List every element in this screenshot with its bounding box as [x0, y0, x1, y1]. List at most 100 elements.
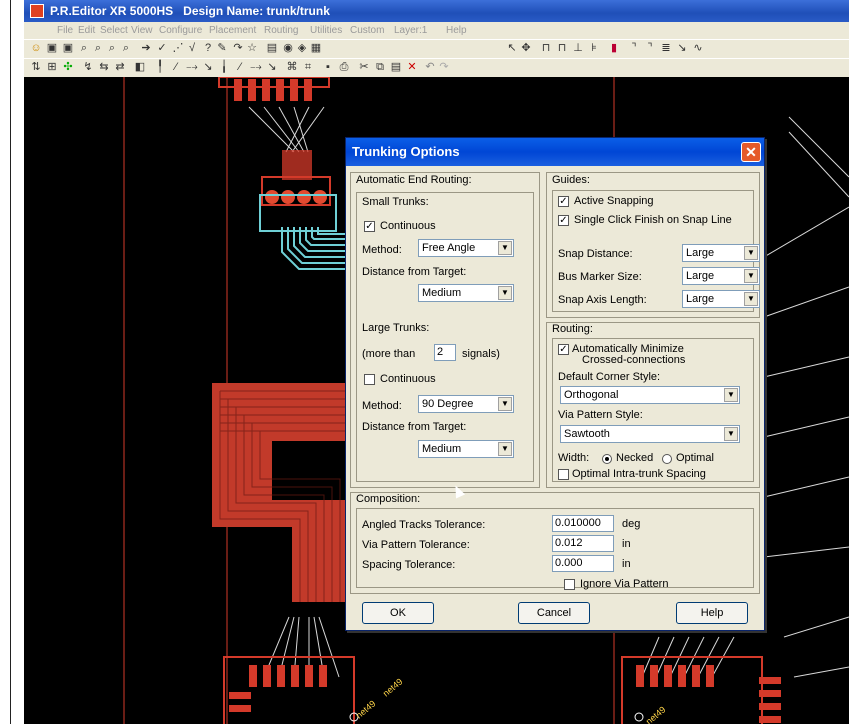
- trace-icon[interactable]: ⁄: [234, 61, 246, 73]
- bend-icon[interactable]: ↘: [676, 42, 688, 54]
- redo-icon[interactable]: ↷: [438, 61, 450, 73]
- close-icon[interactable]: ✕: [741, 142, 761, 162]
- trace-icon[interactable]: ⤍: [250, 61, 262, 73]
- menu-view[interactable]: View: [131, 22, 153, 39]
- small-distance-label: Distance from Target:: [362, 266, 467, 278]
- bus-icon[interactable]: ≣: [660, 42, 672, 54]
- zoom-icon[interactable]: ⌕: [78, 42, 90, 54]
- menu-file[interactable]: File: [57, 22, 73, 39]
- optimal-radio[interactable]: [662, 454, 672, 464]
- ok-button[interactable]: OK: [362, 602, 434, 624]
- menu-select[interactable]: Select: [100, 22, 128, 39]
- menu-layer[interactable]: Layer:1: [394, 22, 427, 39]
- trace-icon[interactable]: ↘: [202, 61, 214, 73]
- necked-radio[interactable]: [602, 454, 612, 464]
- large-method-select[interactable]: 90 Degree ▼: [418, 395, 514, 413]
- cancel-button[interactable]: Cancel: [518, 602, 590, 624]
- menu-configure[interactable]: Configure: [159, 22, 202, 39]
- single-click-checkbox[interactable]: ✓: [558, 215, 569, 226]
- pointer-icon[interactable]: ↖: [506, 42, 518, 54]
- route-icon[interactable]: ✓: [156, 42, 168, 54]
- toolbar-bottom: ⇅ ⊞ ✣ ↯ ⇆ ⇄ ◧ ╿ ⁄ ⤍ ↘ ╽ ⁄ ⤍ ↘ ⌘ ⌗ ▪ ⎙ ✂ …: [24, 58, 849, 77]
- snap-distance-select[interactable]: Large ▼: [682, 244, 760, 262]
- print-icon[interactable]: ⎙: [338, 61, 350, 73]
- trace-icon[interactable]: ⇆: [98, 61, 110, 73]
- trace-icon[interactable]: ⊧: [588, 42, 600, 54]
- menu-custom[interactable]: Custom: [350, 22, 384, 39]
- large-continuous-checkbox[interactable]: [364, 374, 375, 385]
- bus-marker-select[interactable]: Large ▼: [682, 267, 760, 285]
- paste-icon[interactable]: ▤: [390, 61, 402, 73]
- via-pattern-select[interactable]: Sawtooth ▼: [560, 425, 740, 443]
- trace-icon[interactable]: ⤍: [186, 61, 198, 73]
- zoom-icon[interactable]: ☺: [30, 42, 42, 54]
- tool-icon[interactable]: ⌘: [286, 61, 298, 73]
- menu-placement[interactable]: Placement: [209, 22, 256, 39]
- via-icon[interactable]: ✣: [62, 61, 74, 73]
- title-design-name: Design Name: trunk/trunk: [183, 4, 330, 18]
- tool-icon[interactable]: ⌗: [302, 61, 314, 73]
- menu-help[interactable]: Help: [446, 22, 467, 39]
- trace-icon[interactable]: ╽: [218, 61, 230, 73]
- component-icon[interactable]: ▮: [608, 42, 620, 54]
- trace-icon[interactable]: ⊓: [556, 42, 568, 54]
- zoom-icon[interactable]: ⌕: [92, 42, 104, 54]
- serpentine-icon[interactable]: ∿: [692, 42, 704, 54]
- layer-icon[interactable]: ▤: [266, 42, 278, 54]
- star-icon[interactable]: ☆: [246, 42, 258, 54]
- large-distance-select[interactable]: Medium ▼: [418, 440, 514, 458]
- via-tolerance-input[interactable]: 0.012: [552, 535, 614, 552]
- angled-tolerance-label: Angled Tracks Tolerance:: [362, 519, 486, 531]
- more-than-label: (more than: [362, 348, 416, 360]
- bend-icon[interactable]: ⌝: [644, 42, 656, 54]
- route-icon[interactable]: √: [186, 42, 198, 54]
- angled-tolerance-input[interactable]: 0.010000: [552, 515, 614, 532]
- trace-icon[interactable]: ╿: [154, 61, 166, 73]
- bend-icon[interactable]: ⌝: [628, 42, 640, 54]
- intra-trunk-checkbox[interactable]: [558, 469, 569, 480]
- menu-routing[interactable]: Routing: [264, 22, 298, 39]
- trace-icon[interactable]: ⁄: [170, 61, 182, 73]
- view-icon[interactable]: ▣: [46, 42, 58, 54]
- cut-icon[interactable]: ✂: [358, 61, 370, 73]
- small-method-select[interactable]: Free Angle ▼: [418, 239, 514, 257]
- trace-icon[interactable]: ↘: [266, 61, 278, 73]
- grid-icon[interactable]: ⊞: [46, 61, 58, 73]
- pencil-icon[interactable]: ✎: [216, 42, 228, 54]
- auto-minimize-checkbox[interactable]: ✓: [558, 344, 569, 355]
- view-icon[interactable]: ▣: [62, 42, 74, 54]
- small-distance-select[interactable]: Medium ▼: [418, 284, 514, 302]
- more-than-input[interactable]: 2: [434, 344, 456, 361]
- undo-icon[interactable]: ↶: [424, 61, 436, 73]
- move-icon[interactable]: ✥: [520, 42, 532, 54]
- layer-icon[interactable]: ▦: [310, 42, 322, 54]
- trace-icon[interactable]: ⇅: [30, 61, 42, 73]
- small-continuous-checkbox[interactable]: ✓: [364, 221, 375, 232]
- trace-icon[interactable]: ⊥: [572, 42, 584, 54]
- zoom-icon[interactable]: ⌕: [106, 42, 118, 54]
- help-button[interactable]: Help: [676, 602, 748, 624]
- spacing-tolerance-input[interactable]: 0.000: [552, 555, 614, 572]
- large-method-value: 90 Degree: [422, 398, 474, 410]
- save-icon[interactable]: ▪: [322, 61, 334, 73]
- copy-icon[interactable]: ⧉: [374, 61, 386, 73]
- trace-icon[interactable]: ⊓: [540, 42, 552, 54]
- snap-axis-select[interactable]: Large ▼: [682, 290, 760, 308]
- trace-icon[interactable]: ↯: [82, 61, 94, 73]
- layer-icon[interactable]: ◉: [282, 42, 294, 54]
- route-icon[interactable]: ➔: [140, 42, 152, 54]
- corner-style-value: Orthogonal: [564, 389, 619, 401]
- layer-icon[interactable]: ◧: [134, 61, 146, 73]
- corner-style-select[interactable]: Orthogonal ▼: [560, 386, 740, 404]
- route-icon[interactable]: ↷: [232, 42, 244, 54]
- zoom-icon[interactable]: ⌕: [120, 42, 132, 54]
- layer-icon[interactable]: ◈: [296, 42, 308, 54]
- help-icon[interactable]: ?: [202, 42, 214, 54]
- trace-icon[interactable]: ⇄: [114, 61, 126, 73]
- menu-edit[interactable]: Edit: [78, 22, 95, 39]
- ignore-via-checkbox[interactable]: [564, 579, 575, 590]
- route-icon[interactable]: ⋰: [172, 42, 184, 54]
- active-snapping-checkbox[interactable]: ✓: [558, 196, 569, 207]
- delete-icon[interactable]: ✕: [406, 61, 418, 73]
- menu-utilities[interactable]: Utilities: [310, 22, 342, 39]
